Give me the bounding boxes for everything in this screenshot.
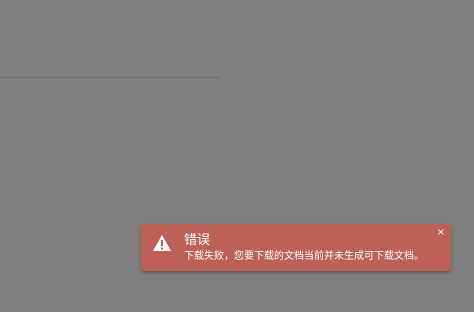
toast-message: 下载失败，您要下载的文档当前并未生成可下载文档。	[184, 251, 424, 262]
warning-icon	[152, 234, 172, 252]
divider-line	[0, 77, 220, 78]
error-toast: 错误 下载失败，您要下载的文档当前并未生成可下载文档。 ×	[141, 224, 451, 271]
close-icon[interactable]: ×	[437, 227, 445, 238]
toast-title: 错误	[184, 233, 211, 248]
